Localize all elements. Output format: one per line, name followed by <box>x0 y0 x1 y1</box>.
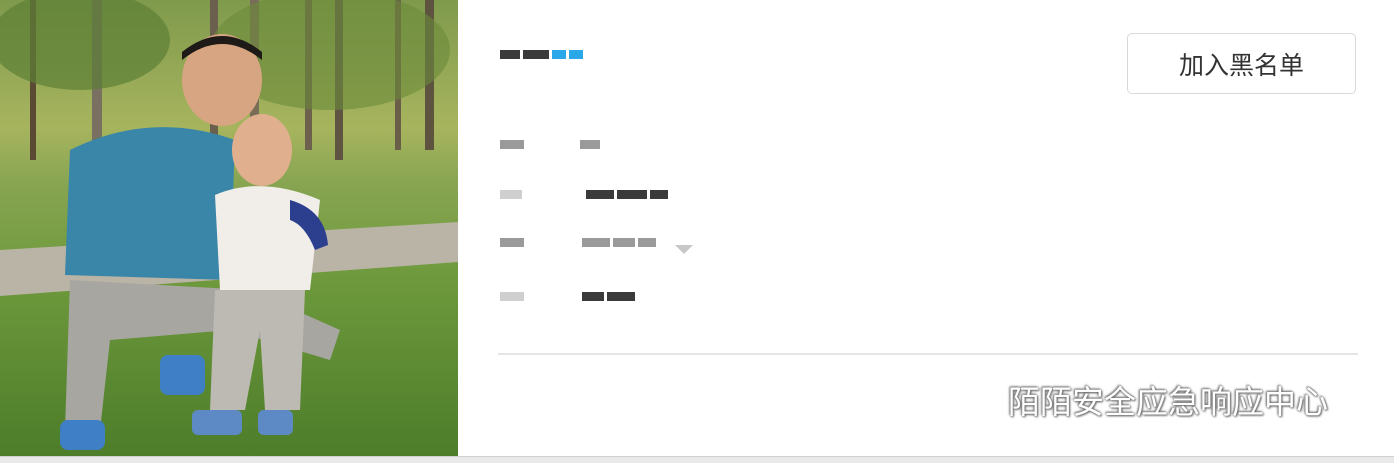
watermark: 陌陌安全应急响应中心 <box>946 378 1328 422</box>
watermark-text: 陌陌安全应急响应中心 <box>1008 383 1329 421</box>
divider <box>498 353 1358 355</box>
profile-photo <box>0 0 458 456</box>
redacted-name <box>500 50 583 59</box>
wechat-icon <box>947 380 998 420</box>
redacted-field-1 <box>500 140 600 149</box>
redacted-field-4 <box>500 292 635 301</box>
profile-photo-image <box>0 0 458 450</box>
redacted-field-2 <box>500 190 668 199</box>
redacted-field-3[interactable] <box>500 238 656 247</box>
add-to-blacklist-button[interactable]: 加入黑名单 <box>1127 33 1356 94</box>
chevron-down-icon[interactable] <box>675 245 693 254</box>
